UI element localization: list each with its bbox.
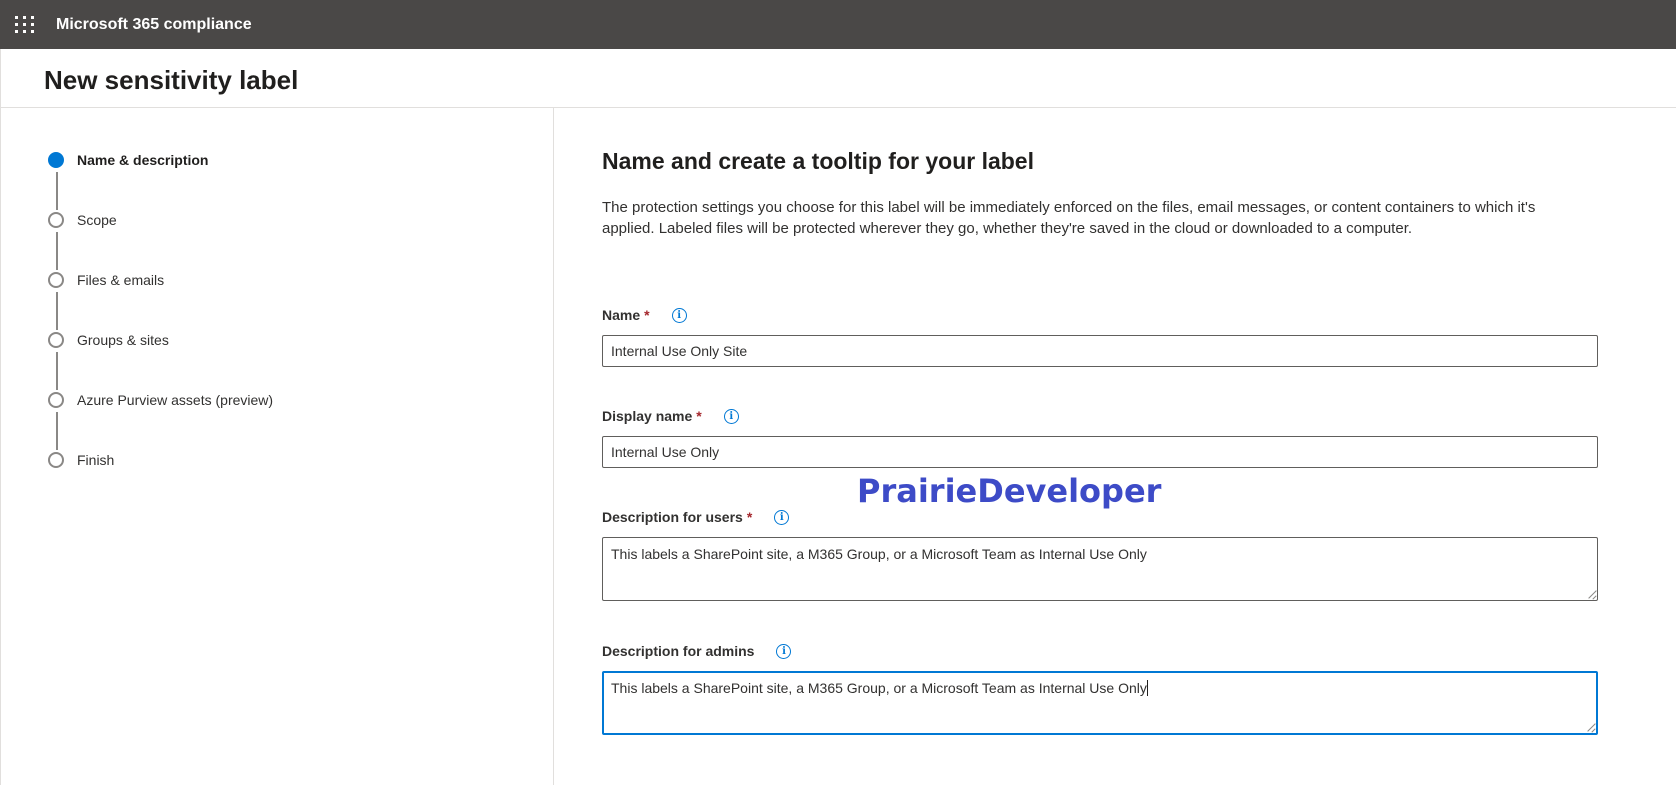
wizard-steps-pane: Name & description Scope Files & emails … (0, 108, 554, 785)
description-users-field-label: Description for users * i (602, 509, 790, 525)
wizard-step-files-emails[interactable]: Files & emails (48, 270, 164, 290)
description-admins-field-label: Description for admins i (602, 643, 792, 659)
app-title[interactable]: Microsoft 365 compliance (56, 16, 252, 34)
resize-grip-icon[interactable] (1587, 590, 1596, 599)
step-circle-icon (48, 452, 64, 468)
required-asterisk: * (644, 307, 650, 323)
step-circle-icon (48, 272, 64, 288)
required-asterisk: * (696, 408, 702, 424)
wizard-step-label: Files & emails (77, 272, 165, 288)
description-users-value: This labels a SharePoint site, a M365 Gr… (611, 546, 1147, 562)
wizard-step-label: Scope (77, 212, 117, 228)
description-admins-value: This labels a SharePoint site, a M365 Gr… (611, 680, 1147, 696)
display-name-input[interactable]: Internal Use Only (602, 436, 1598, 468)
section-title: Name and create a tooltip for your label (602, 148, 1034, 174)
info-icon[interactable]: i (723, 408, 739, 424)
wizard-step-scope[interactable]: Scope (48, 210, 117, 230)
info-icon[interactable]: i (776, 643, 792, 659)
description-users-textarea[interactable]: This labels a SharePoint site, a M365 Gr… (602, 537, 1598, 601)
step-circle-icon (48, 332, 64, 348)
page-header: New sensitivity label (0, 49, 1676, 108)
wizard-step-groups-sites[interactable]: Groups & sites (48, 330, 169, 350)
name-input-value: Internal Use Only Site (611, 343, 748, 359)
intro-text: The protection settings you choose for t… (602, 199, 1536, 237)
step-circle-icon (48, 212, 64, 228)
top-bar: Microsoft 365 compliance (0, 0, 1676, 49)
step-connector (56, 232, 58, 270)
app-launcher-icon[interactable] (0, 0, 49, 49)
name-label-text: Name (602, 307, 641, 323)
wizard-step-label: Groups & sites (77, 332, 169, 348)
step-connector (56, 352, 58, 390)
description-admins-label-text: Description for admins (602, 643, 755, 659)
step-connector (56, 412, 58, 450)
name-input[interactable]: Internal Use Only Site (602, 335, 1598, 367)
wizard-step-label: Azure Purview assets (preview) (77, 392, 274, 408)
display-name-label-text: Display name (602, 408, 693, 424)
step-circle-icon (48, 392, 64, 408)
display-name-field-label: Display name * i (602, 408, 739, 424)
info-icon[interactable]: i (774, 509, 790, 525)
text-caret (1146, 680, 1148, 696)
step-connector (56, 292, 58, 330)
resize-grip-icon[interactable] (1586, 723, 1595, 732)
wizard-step-finish[interactable]: Finish (48, 450, 114, 470)
display-name-input-value: Internal Use Only (611, 444, 720, 460)
description-users-label-text: Description for users (602, 509, 743, 525)
wizard-step-label: Name & description (77, 152, 209, 168)
description-admins-textarea[interactable]: This labels a SharePoint site, a M365 Gr… (602, 671, 1598, 735)
step-current-indicator-icon (48, 152, 64, 168)
wizard-step-azure-purview[interactable]: Azure Purview assets (preview) (48, 390, 273, 410)
page-title: New sensitivity label (44, 65, 299, 95)
wizard-step-name-description[interactable]: Name & description (48, 150, 208, 170)
step-connector (56, 172, 58, 210)
watermark-text: PrairieDeveloper (857, 472, 1162, 510)
name-field-label: Name * i (602, 307, 687, 323)
required-asterisk: * (746, 509, 753, 525)
wizard-step-label: Finish (77, 452, 115, 468)
info-icon[interactable]: i (671, 307, 687, 323)
